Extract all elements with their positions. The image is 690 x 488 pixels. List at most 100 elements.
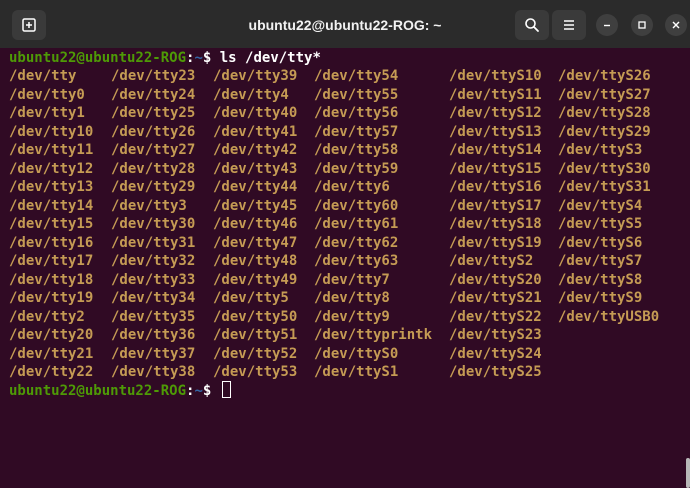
ls-entry: /dev/tty1 [9,105,85,121]
ls-entry: /dev/tty34 [111,290,196,306]
ls-entry: /dev/ttyS15 [449,160,542,177]
ls-entry: /dev/ttyS7 [558,253,643,269]
ls-entry: /dev/ttyS26 [558,68,651,84]
ls-entry: /dev/tty25 [111,105,196,121]
maximize-icon [638,21,646,29]
ls-entry: /dev/tty37 [111,345,196,362]
command-text: ls /dev/tty* [219,50,321,66]
command-line-2[interactable]: ubuntu22@ubuntu22-ROG:~$ [9,381,231,399]
ls-entry: /dev/ttyprintk [314,327,433,343]
ls-entry: /dev/tty40 [213,105,298,121]
menu-button[interactable] [552,10,586,40]
ls-entry: /dev/ttyS13 [449,123,542,140]
ls-entry: /dev/tty55 [314,86,399,103]
ls-entry: /dev/tty43 [213,160,298,177]
ls-entry: /dev/tty35 [111,308,196,325]
ls-entry: /dev/ttyS14 [449,142,542,158]
ls-entry: /dev/tty45 [213,197,298,214]
ls-entry: /dev/ttyS19 [449,234,542,251]
ls-entry: /dev/ttyS17 [449,197,542,214]
text-cursor [221,381,231,398]
ls-entry: /dev/ttyS3 [558,142,643,158]
ls-entry: /dev/tty8 [314,290,390,306]
search-icon [525,18,539,32]
ls-entry: /dev/ttyS21 [449,290,542,306]
ls-entry: /dev/ttyS20 [449,271,542,288]
prompt-user-host: ubuntu22@ubuntu22-ROG [9,383,187,399]
ls-entry: /dev/tty23 [111,68,196,84]
ls-entry: /dev/tty10 [9,123,94,140]
ls-entry: /dev/tty24 [111,86,196,103]
ls-entry: /dev/tty36 [111,327,196,343]
ls-entry: /dev/tty12 [9,160,94,177]
title-bar: ubuntu22@ubuntu22-ROG: ~ [0,0,690,48]
ls-entry: /dev/ttyS24 [449,345,542,362]
terminal-content[interactable]: ubuntu22@ubuntu22-ROG:~$ ls /dev/tty* /d… [0,48,690,488]
ls-entry: /dev/tty5 [213,290,289,306]
command-line-1: ubuntu22@ubuntu22-ROG:~$ ls /dev/tty* [9,49,321,67]
ls-entry: /dev/tty47 [213,234,298,251]
ls-entry: /dev/tty3 [111,197,187,214]
scrollbar[interactable] [686,458,690,488]
ls-entry: /dev/ttyS1 [314,364,399,380]
ls-entry: /dev/tty26 [111,123,196,140]
ls-entry: /dev/ttyS11 [449,86,542,103]
close-button[interactable] [665,14,687,36]
ls-entry: /dev/tty28 [111,160,196,177]
ls-entry: /dev/tty48 [213,253,298,269]
ls-entry: /dev/ttyS16 [449,179,542,195]
ls-entry: /dev/tty60 [314,197,399,214]
ls-entry: /dev/tty30 [111,216,196,232]
minimize-button[interactable] [596,14,618,36]
ls-entry: /dev/tty46 [213,216,298,232]
ls-entry: /dev/tty11 [9,142,94,158]
ls-entry: /dev/ttyS4 [558,197,643,214]
ls-entry: /dev/tty13 [9,179,94,195]
ls-entry: /dev/ttyUSB0 [558,308,660,325]
ls-entry: /dev/tty53 [213,364,298,380]
ls-entry: /dev/tty [9,68,77,84]
new-tab-button[interactable] [12,10,46,40]
ls-entry: /dev/ttyS30 [558,160,651,177]
hamburger-menu-icon [564,20,574,30]
ls-entry: /dev/ttyS6 [558,234,643,251]
ls-entry: /dev/tty51 [213,327,298,343]
ls-entry: /dev/ttyS22 [449,308,542,325]
ls-entry: /dev/tty49 [213,271,298,288]
ls-entry: /dev/ttyS10 [449,68,542,84]
ls-entry: /dev/ttyS27 [558,86,651,103]
terminal-window: ubuntu22@ubuntu22-ROG: ~ ubuntu22@ubuntu… [0,0,690,488]
ls-entry: /dev/tty63 [314,253,399,269]
new-tab-icon [22,18,36,32]
ls-entry: /dev/ttyS5 [558,216,643,232]
search-button[interactable] [515,10,549,40]
ls-entry: /dev/tty22 [9,364,94,380]
ls-entry: /dev/tty20 [9,327,94,343]
ls-entry: /dev/tty42 [213,142,298,158]
ls-entry: /dev/tty57 [314,123,399,140]
ls-entry: /dev/ttyS18 [449,216,542,232]
ls-entry: /dev/tty56 [314,105,399,121]
close-icon [672,21,680,29]
ls-entry: /dev/ttyS25 [449,364,542,380]
ls-entry: /dev/tty7 [314,271,390,288]
ls-entry: /dev/tty31 [111,234,196,251]
ls-entry: /dev/tty0 [9,86,85,103]
ls-entry: /dev/tty52 [213,345,298,362]
prompt-user-host: ubuntu22@ubuntu22-ROG [9,50,187,66]
ls-entry: /dev/tty21 [9,345,94,362]
ls-entry: /dev/ttyS2 [449,253,534,269]
ls-entry: /dev/ttyS23 [449,327,542,343]
ls-entry: /dev/tty4 [213,86,289,103]
ls-entry: /dev/tty62 [314,234,399,251]
ls-entry: /dev/tty32 [111,253,196,269]
ls-entry: /dev/tty54 [314,68,399,84]
ls-entry: /dev/ttyS29 [558,123,651,140]
ls-entry: /dev/tty59 [314,160,399,177]
prompt-path: ~ [194,50,203,66]
ls-entry: /dev/tty19 [9,290,94,306]
ls-entry: /dev/tty61 [314,216,399,232]
maximize-button[interactable] [631,14,653,36]
ls-entry: /dev/tty50 [213,308,298,325]
ls-entry: /dev/tty17 [9,253,94,269]
